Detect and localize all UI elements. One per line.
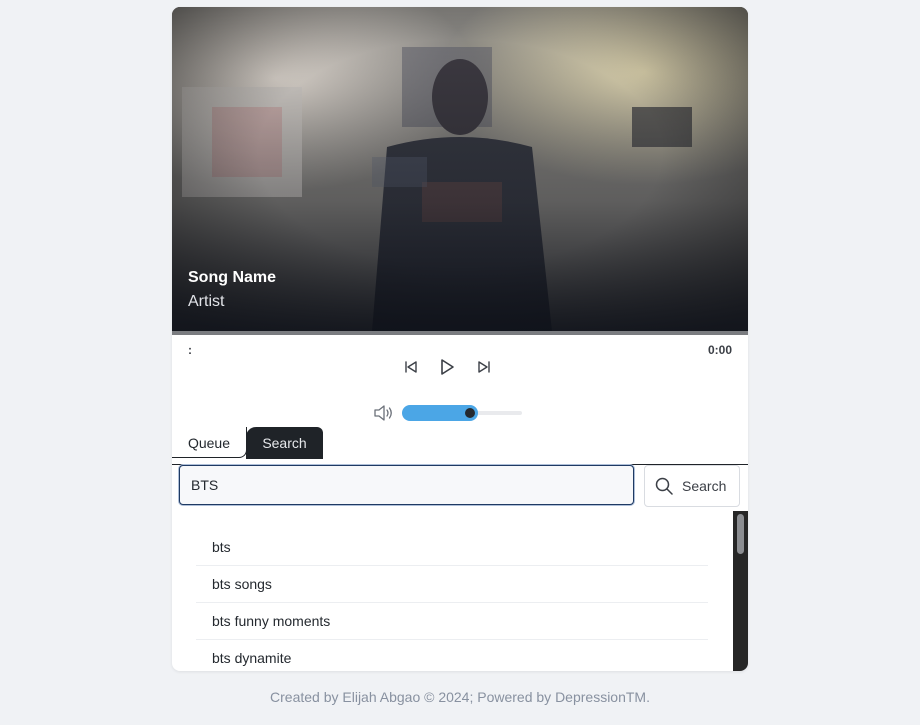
progress-bar[interactable] xyxy=(172,331,748,335)
search-button-label: Search xyxy=(682,478,727,494)
search-icon xyxy=(655,477,673,495)
artist-name: Artist xyxy=(188,293,225,310)
suggestion-item[interactable]: bts funny moments xyxy=(196,603,708,640)
play-button[interactable] xyxy=(437,357,457,377)
skip-back-icon xyxy=(405,361,417,373)
footer-credits: Created by Elijah Abgao © 2024; Powered … xyxy=(270,689,650,705)
album-cover: Song Name Artist xyxy=(172,7,748,331)
tab-search[interactable]: Search xyxy=(246,427,323,459)
skip-forward-icon xyxy=(478,361,490,373)
suggestion-item[interactable]: bts dynamite xyxy=(196,640,708,671)
play-icon xyxy=(441,359,454,375)
player-card: Song Name Artist : 0:00 Queue Search BTS… xyxy=(172,7,748,671)
scrollbar-thumb[interactable] xyxy=(737,514,744,554)
suggestion-item[interactable]: bts xyxy=(196,529,708,566)
search-input[interactable] xyxy=(179,465,634,505)
time-total: 0:00 xyxy=(707,343,732,357)
time-elapsed: : xyxy=(188,343,192,357)
song-name: Song Name xyxy=(188,269,277,286)
suggestions-list: bts bts songs bts funny moments bts dyna… xyxy=(172,511,748,671)
suggestion-item[interactable]: bts songs xyxy=(196,566,708,603)
previous-button[interactable] xyxy=(401,357,421,377)
volume-icon xyxy=(374,405,392,421)
volume-button[interactable] xyxy=(373,403,395,423)
search-button[interactable]: Search xyxy=(644,465,740,507)
tab-queue[interactable]: Queue xyxy=(172,427,247,458)
volume-slider-thumb[interactable] xyxy=(465,408,475,418)
next-button[interactable] xyxy=(474,357,494,377)
